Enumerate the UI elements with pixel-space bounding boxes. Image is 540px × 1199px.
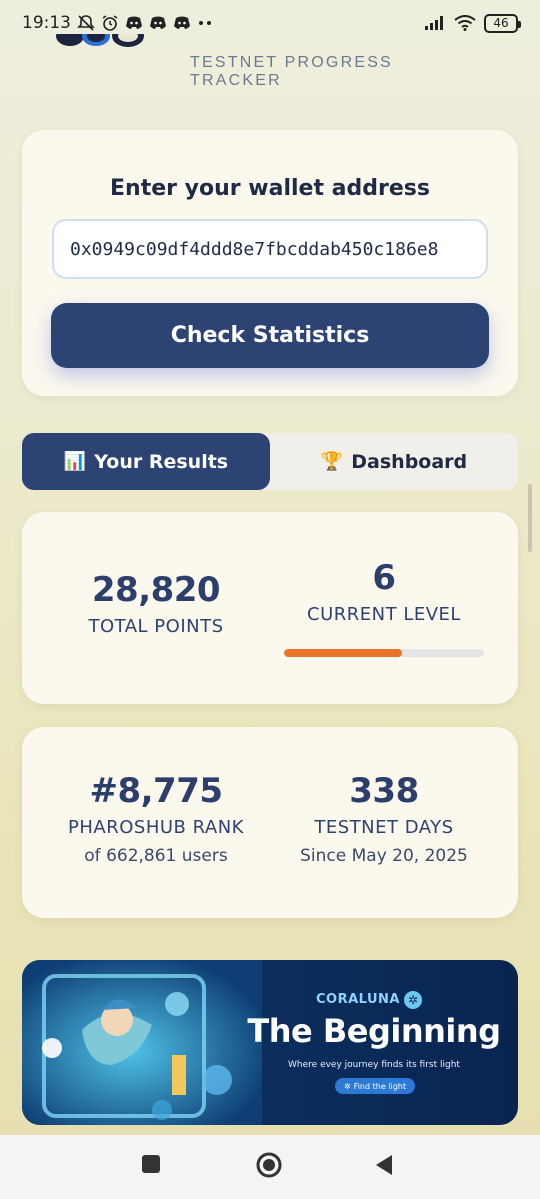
wallet-card: Enter your wallet address Check Statisti… [22, 130, 518, 396]
testnet-days-value: 338 [349, 771, 419, 811]
tab-label: Your Results [94, 450, 229, 473]
find-light-label: Find the light [353, 1081, 407, 1091]
tab-dashboard[interactable]: 🏆 Dashboard [270, 433, 518, 490]
total-points-value: 28,820 [91, 570, 221, 610]
find-light-button[interactable]: ✲ Find the light [335, 1078, 415, 1094]
banner-title: The Beginning [247, 1012, 501, 1050]
discord-icon [125, 16, 143, 30]
total-points-stat: 28,820 TOTAL POINTS [32, 570, 280, 637]
points-level-card: 28,820 TOTAL POINTS 6 CURRENT LEVEL [22, 512, 518, 704]
testnet-days-sub: Since May 20, 2025 [300, 846, 468, 866]
current-level-label: CURRENT LEVEL [307, 604, 461, 625]
total-points-label: TOTAL POINTS [88, 616, 224, 637]
bar-chart-icon: 📊 [63, 451, 87, 472]
rank-stat: #8,775 PHAROSHUB RANK of 662,861 users [32, 771, 280, 866]
mute-bell-icon [77, 14, 95, 32]
banner-illustration [22, 960, 262, 1125]
home-button[interactable] [255, 1151, 283, 1183]
alarm-icon [101, 14, 119, 32]
wallet-address-input[interactable] [52, 219, 488, 279]
signal-icon [424, 15, 446, 31]
coral-icon: ✲ [343, 1081, 351, 1091]
discord-icon [149, 16, 167, 30]
status-time: 19:13 [22, 13, 71, 33]
battery-icon: 46 [484, 13, 521, 33]
wallet-label: Enter your wallet address [110, 176, 430, 201]
level-progress-bar [284, 649, 484, 657]
banner-subtitle: Where evey journey finds its first light [288, 1060, 460, 1070]
level-progress-fill [284, 649, 402, 657]
tracker-subtitle: TESTNET PROGRESS TRACKER [190, 54, 393, 89]
recent-apps-button[interactable] [140, 1153, 162, 1179]
trophy-icon: 🏆 [320, 451, 344, 472]
app-logo [52, 34, 162, 54]
square-icon [142, 1155, 160, 1173]
scrollbar[interactable] [528, 484, 532, 552]
rank-days-card: #8,775 PHAROSHUB RANK of 662,861 users 3… [22, 727, 518, 918]
tab-label: Dashboard [351, 450, 468, 473]
banner-brand: CORALUNA [316, 992, 400, 1007]
back-triangle-icon [376, 1155, 392, 1175]
home-circle-icon [256, 1152, 282, 1178]
results-tabs: 📊 Your Results 🏆 Dashboard [22, 433, 518, 490]
coraluna-banner[interactable]: CORALUNA ✲ The Beginning Where evey jour… [22, 960, 518, 1125]
rank-label: PHAROSHUB RANK [68, 817, 244, 838]
testnet-days-label: TESTNET DAYS [314, 817, 454, 838]
system-nav-bar [0, 1135, 540, 1199]
back-button[interactable] [372, 1153, 396, 1181]
rank-value: #8,775 [89, 771, 223, 811]
current-level-stat: 6 CURRENT LEVEL [260, 558, 508, 625]
discord-icon [173, 16, 191, 30]
coral-icon: ✲ [404, 991, 422, 1009]
wifi-icon [454, 15, 476, 31]
rank-sub: of 662,861 users [84, 846, 228, 866]
tab-your-results[interactable]: 📊 Your Results [22, 433, 270, 490]
more-notifications-icon [197, 20, 215, 26]
current-level-value: 6 [372, 558, 396, 598]
testnet-days-stat: 338 TESTNET DAYS Since May 20, 2025 [260, 771, 508, 866]
check-statistics-button[interactable]: Check Statistics [51, 303, 489, 368]
